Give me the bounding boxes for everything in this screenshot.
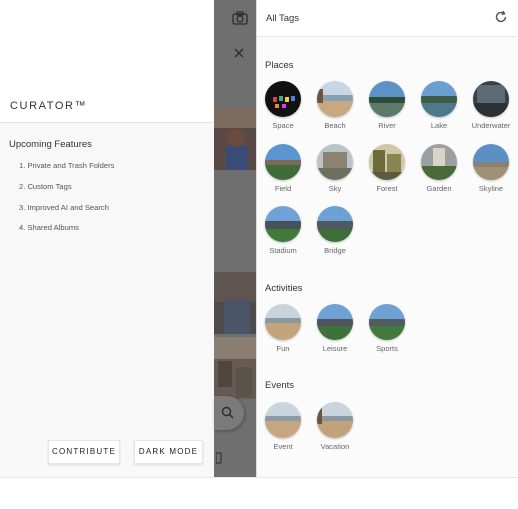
tag-field[interactable]: Field [257,144,309,204]
tag-skyline[interactable]: Skyline [465,144,517,204]
tag-label: Fun [276,344,290,353]
tag-thumbnail [369,81,405,117]
tag-label: Bridge [324,246,346,255]
tag-thumbnail [265,81,301,117]
drawer-header: CURATOR™ [0,0,214,123]
page-title: All Tags [266,13,300,24]
tag-label: Beach [324,121,346,130]
tag-label: Field [274,184,292,193]
search-icon [221,406,234,419]
bottom-divider [0,477,518,478]
camera-icon[interactable] [232,11,248,25]
feature-item: 3. Improved AI and Search [19,203,109,212]
tag-sports[interactable]: Sports [361,304,413,364]
tag-fun[interactable]: Fun [257,304,309,364]
tag-thumbnail [369,304,405,340]
tag-thumbnail [265,402,301,438]
tag-underwater[interactable]: Underwater [465,81,517,141]
tag-thumbnail [369,144,405,180]
photo-thumbnail [214,108,256,170]
tag-thumbnail [265,304,301,340]
tag-label: Lake [430,121,448,130]
feature-item: 4. Shared Albums [19,223,79,232]
tag-label: Garden [426,184,452,193]
tag-stadium[interactable]: Stadium [257,206,309,266]
tag-vacation[interactable]: Vacation [309,402,361,462]
tag-thumbnail [421,144,457,180]
tag-event[interactable]: Event [257,402,309,462]
tag-label: Space [272,121,294,130]
tag-thumbnail [473,81,509,117]
tag-label: Event [273,442,293,451]
tag-thumbnail [265,206,301,242]
feature-item: 1. Private and Trash Folders [19,161,115,170]
tag-label: Leisure [322,344,348,353]
tag-river[interactable]: River [361,81,413,141]
tag-thumbnail [473,144,509,180]
tag-garden[interactable]: Garden [413,144,465,204]
tag-label: Stadium [269,246,297,255]
navigation-drawer: CURATOR™ Upcoming Features 1. Private an… [0,0,214,477]
section-title-activities: Activities [265,283,303,294]
contribute-button[interactable]: CONTRIBUTE [48,440,120,464]
tag-thumbnail [317,402,353,438]
dark-mode-button[interactable]: DARK MODE [134,440,203,464]
photo-thumbnail [214,337,256,399]
tag-thumbnail [317,304,353,340]
tag-thumbnail [317,81,353,117]
tag-thumbnail [317,206,353,242]
feature-item: 2. Custom Tags [19,182,72,191]
tag-label: Forest [376,184,398,193]
tag-space[interactable]: Space [257,81,309,141]
image-icon[interactable] [216,452,222,464]
photo-thumbnail [214,272,256,334]
tag-label: Sports [376,344,398,353]
all-tags-panel: All Tags Places Space Beach River Lake U… [256,0,516,477]
section-title-places: Places [265,60,294,71]
section-title-events: Events [265,380,295,391]
tag-label: Sky [328,184,342,193]
app-brand: CURATOR™ [10,100,88,112]
tag-forest[interactable]: Forest [361,144,413,204]
tag-thumbnail [317,144,353,180]
tag-label: River [378,121,396,130]
tag-beach[interactable]: Beach [309,81,361,141]
tag-lake[interactable]: Lake [413,81,465,141]
tag-label: Skyline [478,184,504,193]
panel-header: All Tags [257,0,516,37]
tag-label: Underwater [471,121,511,130]
tag-thumbnail [421,81,457,117]
tag-leisure[interactable]: Leisure [309,304,361,364]
refresh-icon[interactable] [494,10,508,24]
tag-thumbnail [265,144,301,180]
close-icon[interactable] [234,48,244,58]
upcoming-features-heading: Upcoming Features [9,139,92,150]
tag-bridge[interactable]: Bridge [309,206,361,266]
tag-label: Vacation [320,442,350,451]
tag-sky[interactable]: Sky [309,144,361,204]
